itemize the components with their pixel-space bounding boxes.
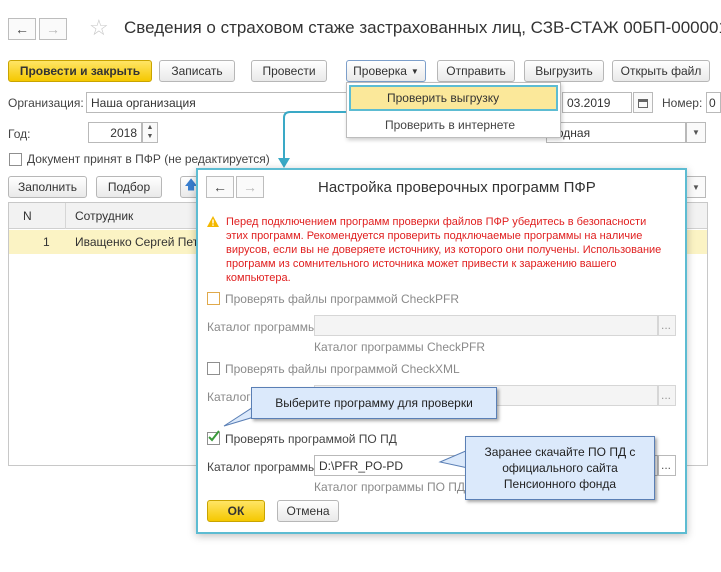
calendar-icon[interactable] bbox=[633, 92, 653, 113]
post-and-close-button[interactable]: Провести и закрыть bbox=[8, 60, 152, 82]
upload-button[interactable]: Выгрузить bbox=[524, 60, 604, 82]
warning-text: Перед подключением программ проверки фай… bbox=[226, 216, 662, 284]
arrow-right-icon: → bbox=[243, 179, 257, 195]
fill-button[interactable]: Заполнить bbox=[8, 176, 87, 198]
popd-catalog-label: Каталог программы: bbox=[207, 460, 320, 474]
catalog-checkpfr-browse-button[interactable]: ... bbox=[658, 315, 676, 336]
forward-button[interactable]: → bbox=[39, 18, 67, 40]
catalog-checkpfr-label: Каталог программы: bbox=[207, 320, 320, 334]
number-label: Номер: bbox=[662, 96, 703, 110]
back-button[interactable]: ← bbox=[8, 18, 36, 40]
year-stepper[interactable]: ▲ ▼ bbox=[142, 122, 158, 143]
menu-item-check-internet[interactable]: Проверить в интернете bbox=[351, 115, 556, 135]
caret-down-icon: ▼ bbox=[410, 66, 419, 76]
catalog-checkpfr-field bbox=[314, 315, 658, 336]
ok-button[interactable]: ОК bbox=[207, 500, 265, 522]
stepper-down-icon[interactable]: ▼ bbox=[143, 132, 157, 141]
menu-item-check-upload[interactable]: Проверить выгрузку bbox=[349, 85, 558, 111]
open-file-button[interactable]: Открыть файл bbox=[612, 60, 710, 82]
dialog-forward-button[interactable]: → bbox=[236, 176, 264, 198]
warning-icon bbox=[207, 216, 219, 230]
dialog-title: Настройка проверочных программ ПФР bbox=[318, 179, 596, 196]
date-field[interactable]: 03.2019 bbox=[562, 92, 632, 113]
accepted-checkbox[interactable] bbox=[9, 153, 22, 166]
window-title: Сведения о страховом стаже застрахованны… bbox=[124, 18, 721, 37]
send-button[interactable]: Отправить bbox=[437, 60, 515, 82]
arrow-right-icon: → bbox=[46, 21, 60, 37]
cancel-button[interactable]: Отмена bbox=[277, 500, 339, 522]
column-header-employee[interactable]: Сотрудник bbox=[75, 209, 133, 223]
column-header-n[interactable]: N bbox=[23, 209, 32, 223]
organization-label: Организация: bbox=[8, 96, 84, 110]
number-field[interactable]: 0 bbox=[706, 92, 721, 113]
connector-arrow bbox=[278, 111, 346, 168]
year-label: Год: bbox=[8, 127, 31, 141]
select-button[interactable]: Подбор bbox=[96, 176, 162, 198]
arrow-left-icon: ← bbox=[213, 179, 227, 195]
row-number: 1 bbox=[43, 235, 50, 249]
save-button[interactable]: Записать bbox=[159, 60, 235, 82]
popd-checkbox[interactable] bbox=[207, 430, 220, 445]
accepted-label: Документ принят в ПФР (не редактируется) bbox=[27, 152, 270, 166]
check-button-label: Проверка bbox=[353, 64, 407, 78]
checkxml-checkbox[interactable] bbox=[207, 362, 220, 375]
post-button[interactable]: Провести bbox=[251, 60, 327, 82]
popd-catalog-browse-button[interactable]: ... bbox=[658, 455, 676, 476]
checkxml-label: Проверять файлы программой CheckXML bbox=[225, 362, 460, 376]
callout-choose-program: Выберите программу для проверки bbox=[251, 387, 497, 419]
catalog-checkxml-browse-button[interactable]: ... bbox=[658, 385, 676, 406]
type-select-caret-icon[interactable]: ▼ bbox=[686, 122, 706, 143]
type-select[interactable]: ходная bbox=[546, 122, 686, 143]
arrow-left-icon: ← bbox=[15, 21, 29, 37]
catalog-checkpfr-hint: Каталог программы CheckPFR bbox=[314, 340, 485, 354]
checkpfr-checkbox[interactable] bbox=[207, 292, 220, 305]
column-divider bbox=[65, 203, 66, 229]
check-dropdown-menu: Проверить выгрузку Проверить в интернете bbox=[346, 82, 561, 138]
dialog-back-button[interactable]: ← bbox=[206, 176, 234, 198]
table-more-caret-icon[interactable]: ▼ bbox=[686, 176, 706, 198]
callout-download-popd: Заранее скачайте ПО ПД с официального са… bbox=[465, 436, 655, 500]
checkmark-icon bbox=[208, 430, 220, 442]
star-icon[interactable]: ☆ bbox=[89, 15, 109, 41]
popd-label: Проверять программой ПО ПД bbox=[225, 432, 397, 446]
popd-catalog-hint: Каталог программы ПО ПД bbox=[314, 480, 466, 494]
check-button[interactable]: Проверка ▼ bbox=[346, 60, 426, 82]
year-field[interactable]: 2018 bbox=[88, 122, 142, 143]
row-employee: Иващенко Сергей Пет bbox=[75, 235, 199, 249]
stepper-up-icon[interactable]: ▲ bbox=[143, 123, 157, 132]
checkpfr-label: Проверять файлы программой CheckPFR bbox=[225, 292, 460, 306]
